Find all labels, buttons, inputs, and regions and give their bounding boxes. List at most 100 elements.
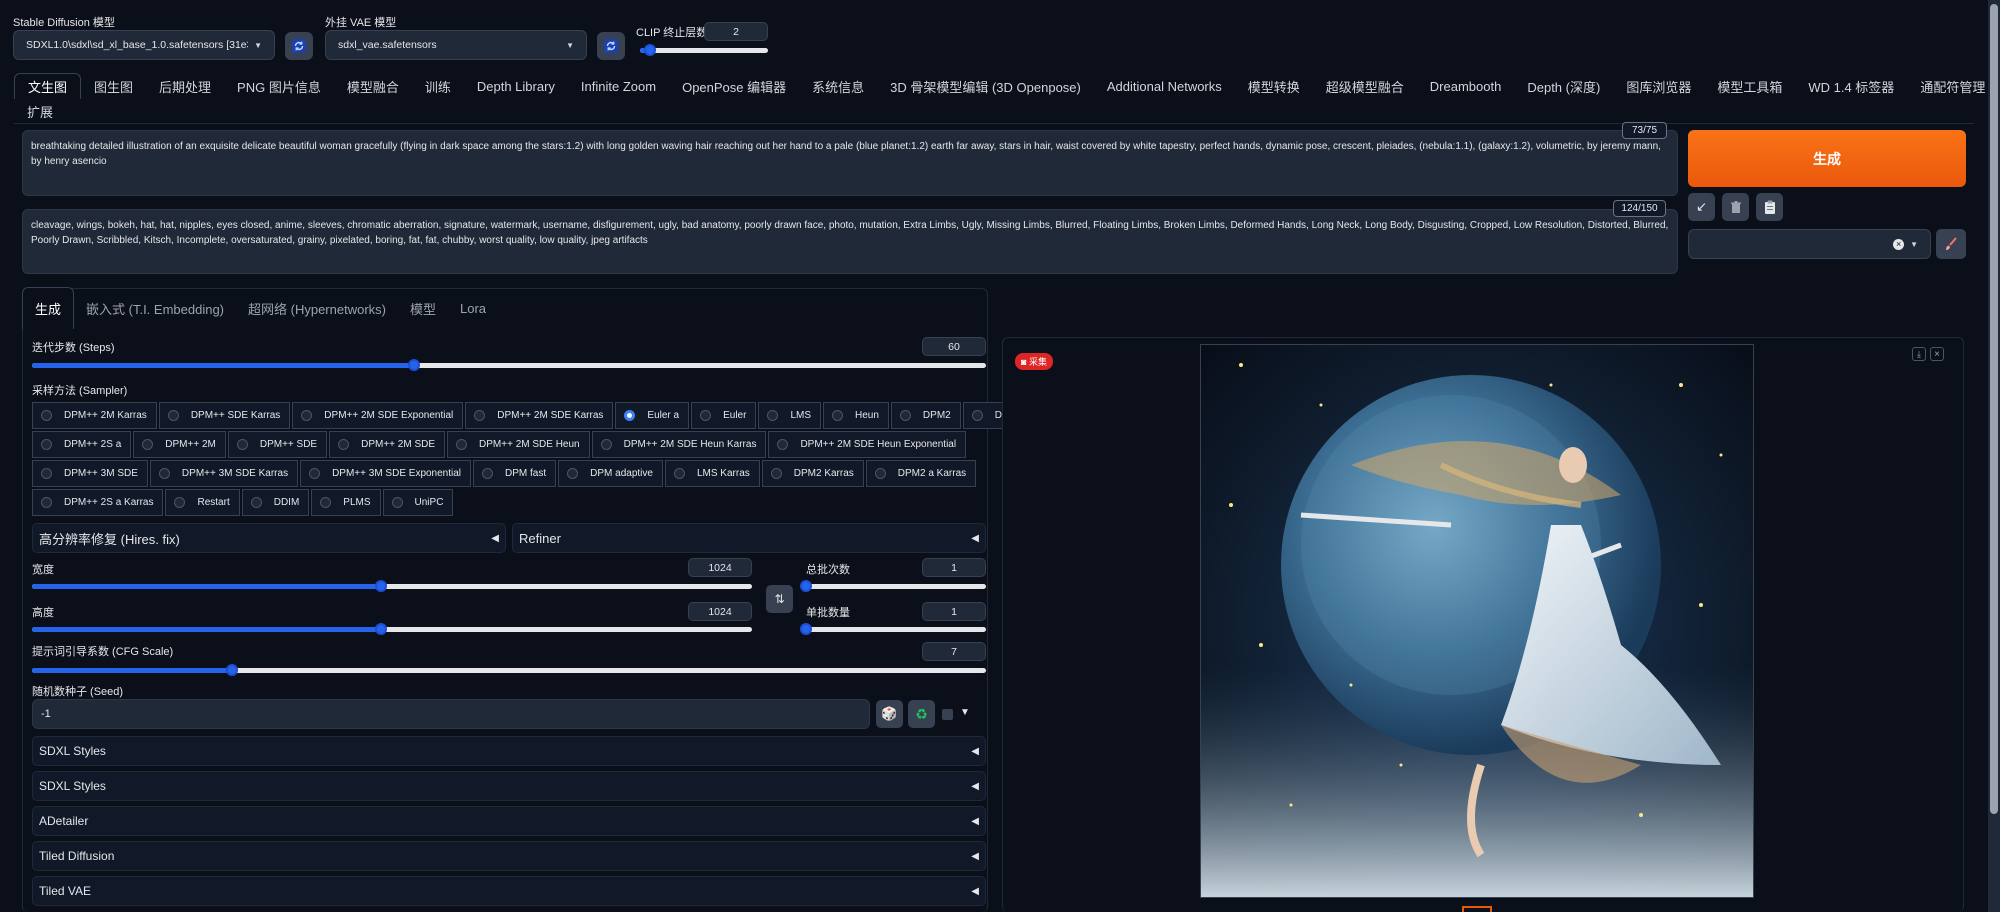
sampler-option[interactable]: DPM++ 2S a bbox=[32, 431, 132, 458]
radio-dot[interactable] bbox=[624, 410, 636, 421]
radio-dot[interactable] bbox=[482, 468, 494, 479]
height-input[interactable]: 1024 bbox=[688, 602, 752, 621]
seed-input[interactable]: -1 bbox=[32, 699, 870, 729]
swap-dimensions-button[interactable]: ⇅ bbox=[766, 585, 793, 613]
refiner-accordion[interactable]: Refiner ◀ bbox=[512, 523, 986, 553]
refresh-vae-button[interactable] bbox=[597, 32, 625, 60]
clear-prompt-button[interactable] bbox=[1722, 193, 1749, 221]
radio-dot[interactable] bbox=[600, 439, 612, 450]
tab-2[interactable]: 后期处理 bbox=[146, 73, 224, 99]
sampler-option[interactable]: DPM++ 2M SDE bbox=[329, 431, 446, 458]
radio-dot[interactable] bbox=[777, 439, 789, 450]
slider-knob[interactable] bbox=[408, 359, 420, 371]
accordion-3[interactable]: Tiled Diffusion ◀ bbox=[32, 841, 986, 871]
slider-knob[interactable] bbox=[226, 664, 238, 676]
subtab-0[interactable]: 生成 bbox=[22, 287, 75, 329]
radio-dot[interactable] bbox=[899, 410, 911, 421]
tab-extensions[interactable]: 扩展 bbox=[14, 98, 66, 124]
scrollbar-thumb[interactable] bbox=[1990, 4, 1998, 814]
tab-5[interactable]: 训练 bbox=[412, 73, 464, 99]
clear-icon[interactable]: × bbox=[1893, 238, 1905, 250]
tab-8[interactable]: OpenPose 编辑器 bbox=[669, 73, 799, 99]
tab-7[interactable]: Infinite Zoom bbox=[568, 73, 669, 99]
radio-dot[interactable] bbox=[41, 497, 52, 508]
tab-3[interactable]: PNG 图片信息 bbox=[224, 73, 334, 99]
radio-dot[interactable] bbox=[874, 468, 886, 479]
height-slider[interactable] bbox=[32, 623, 752, 635]
radio-dot[interactable] bbox=[767, 410, 779, 421]
refresh-model-button[interactable] bbox=[285, 32, 313, 60]
download-icon[interactable]: ⤓ bbox=[1912, 347, 1926, 361]
sampler-option[interactable]: DPM++ 3M SDE Karras bbox=[149, 460, 299, 487]
tab-11[interactable]: Additional Networks bbox=[1094, 73, 1235, 99]
sampler-option[interactable]: DPM++ 2S a Karras bbox=[32, 489, 164, 516]
sampler-option[interactable]: DPM++ 2M bbox=[133, 431, 226, 458]
page-scrollbar[interactable] bbox=[1988, 0, 2000, 912]
sampler-option[interactable]: Heun bbox=[823, 402, 889, 429]
sampler-option[interactable]: DPM2 a Karras bbox=[865, 460, 977, 487]
sampler-option[interactable]: Restart bbox=[165, 489, 240, 516]
slider-knob[interactable] bbox=[644, 44, 656, 56]
cfg-slider[interactable] bbox=[32, 664, 986, 676]
clip-slider[interactable] bbox=[640, 44, 768, 56]
sampler-option[interactable]: Euler a bbox=[615, 402, 690, 429]
sampler-option[interactable]: DPM fast bbox=[473, 460, 557, 487]
radio-dot[interactable] bbox=[41, 468, 52, 479]
sampler-option[interactable]: DPM adaptive bbox=[558, 460, 663, 487]
generate-button[interactable]: 生成 bbox=[1688, 130, 1966, 187]
close-icon[interactable]: × bbox=[1930, 347, 1944, 361]
radio-dot[interactable] bbox=[391, 497, 403, 508]
accordion-2[interactable]: ADetailer ◀ bbox=[32, 806, 986, 836]
radio-dot[interactable] bbox=[41, 410, 52, 421]
tab-15[interactable]: Depth (深度) bbox=[1514, 73, 1613, 99]
positive-prompt[interactable]: breathtaking detailed illustration of an… bbox=[22, 130, 1678, 196]
sampler-option[interactable]: DPM2 bbox=[890, 402, 961, 429]
random-seed-button[interactable]: 🎲 bbox=[876, 700, 903, 728]
sampler-option[interactable]: DPM++ 2M SDE Heun bbox=[447, 431, 590, 458]
steps-input[interactable]: 60 bbox=[922, 337, 986, 356]
accordion-4[interactable]: Tiled VAE ◀ bbox=[32, 876, 986, 906]
radio-dot[interactable] bbox=[770, 468, 782, 479]
extra-seed-checkbox[interactable] bbox=[942, 709, 953, 720]
radio-dot[interactable] bbox=[236, 439, 248, 450]
slider-knob[interactable] bbox=[375, 580, 387, 592]
subtab-3[interactable]: 模型 bbox=[398, 287, 448, 329]
tab-16[interactable]: 图库浏览器 bbox=[1613, 73, 1704, 99]
tab-14[interactable]: Dreambooth bbox=[1417, 73, 1515, 99]
radio-dot[interactable] bbox=[567, 468, 579, 479]
sampler-option[interactable]: UniPC bbox=[382, 489, 454, 516]
radio-dot[interactable] bbox=[971, 410, 983, 421]
sampler-option[interactable]: DPM++ 2M SDE Heun Karras bbox=[591, 431, 767, 458]
steps-slider[interactable] bbox=[32, 359, 986, 371]
sampler-option[interactable]: DPM2 Karras bbox=[761, 460, 864, 487]
sampler-option[interactable]: DPM++ 2M SDE Heun Exponential bbox=[768, 431, 967, 458]
sampler-option[interactable]: LMS Karras bbox=[664, 460, 760, 487]
negative-prompt[interactable]: cleavage, wings, bokeh, hat, hat, nipple… bbox=[22, 209, 1678, 274]
tab-13[interactable]: 超级模型融合 bbox=[1313, 73, 1417, 99]
tab-1[interactable]: 图生图 bbox=[81, 73, 146, 99]
radio-dot[interactable] bbox=[158, 468, 170, 479]
slider-knob[interactable] bbox=[375, 623, 387, 635]
batch-size-input[interactable]: 1 bbox=[922, 602, 986, 621]
tab-10[interactable]: 3D 骨架模型编辑 (3D Openpose) bbox=[877, 73, 1094, 99]
radio-dot[interactable] bbox=[832, 410, 844, 421]
tab-0[interactable]: 文生图 bbox=[14, 73, 82, 99]
width-slider[interactable] bbox=[32, 580, 752, 592]
sampler-option[interactable]: DPM++ 3M SDE bbox=[32, 460, 148, 487]
tab-4[interactable]: 模型融合 bbox=[334, 73, 412, 99]
radio-dot[interactable] bbox=[474, 410, 486, 421]
sampler-option[interactable]: DPM++ 3M SDE Exponential bbox=[300, 460, 472, 487]
sampler-option[interactable]: DPM++ 2M SDE Exponential bbox=[292, 402, 464, 429]
subtab-2[interactable]: 超网络 (Hypernetworks) bbox=[236, 287, 398, 329]
tab-9[interactable]: 系统信息 bbox=[799, 73, 877, 99]
sd-model-select[interactable]: SDXL1.0\sdxl\sd_xl_base_1.0.safetensors … bbox=[13, 30, 275, 60]
radio-dot[interactable] bbox=[320, 497, 332, 508]
sampler-option[interactable]: DPM++ SDE bbox=[227, 431, 328, 458]
accordion-0[interactable]: SDXL Styles ◀ bbox=[32, 736, 986, 766]
expand-triangle-icon[interactable]: ▼ bbox=[960, 707, 970, 718]
subtab-1[interactable]: 嵌入式 (T.I. Embedding) bbox=[74, 287, 236, 329]
accordion-1[interactable]: SDXL Styles ◀ bbox=[32, 771, 986, 801]
radio-dot[interactable] bbox=[174, 497, 186, 508]
batch-size-slider[interactable] bbox=[800, 623, 986, 635]
radio-dot[interactable] bbox=[142, 439, 154, 450]
